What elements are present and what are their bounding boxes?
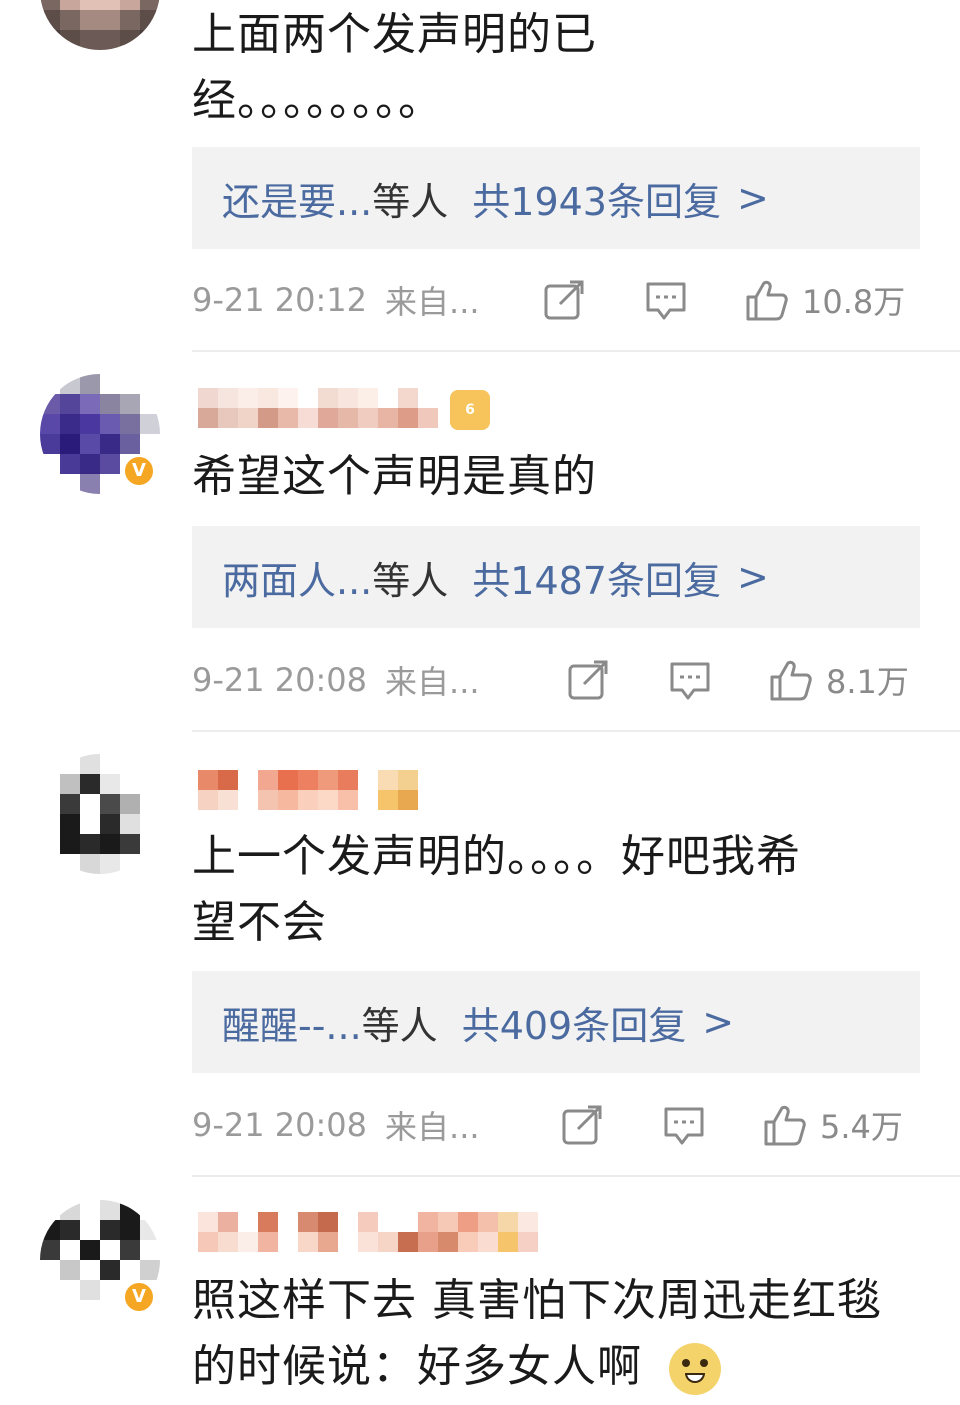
comment-text-line: 望不会 (192, 897, 327, 948)
level-badge-icon: 6 (450, 390, 490, 430)
share-icon (568, 660, 608, 700)
chevron-right-icon: > (736, 176, 769, 220)
like-count: 5.4万 (820, 1108, 903, 1146)
comment-meta: 9-21 20:08 来自... 8.1万 (192, 655, 920, 705)
avatar-mosaic (40, 0, 160, 50)
like-icon (764, 1105, 806, 1146)
reply-names: 两面人... (222, 558, 373, 603)
comment-text: 希望这个声明是真的 (192, 444, 912, 510)
comment-text-line: 经。。。。。。。。 (192, 75, 443, 126)
avatar[interactable]: V (40, 1200, 160, 1320)
share-button[interactable] (542, 275, 586, 325)
reply-count: 共1943条回复 (472, 179, 721, 224)
comment-button[interactable] (662, 1100, 706, 1150)
comment-text: 上一个发声明的。。。。好吧我希 望不会 (192, 824, 912, 956)
comment-button[interactable] (668, 655, 712, 705)
share-icon (544, 280, 584, 320)
comment-text-line: 希望这个声明是真的 (192, 451, 597, 502)
reply-count: 共1487条回复 (472, 558, 721, 603)
like-button[interactable]: 8.1万 (768, 655, 909, 705)
like-button[interactable]: 5.4万 (762, 1100, 903, 1150)
comment-text-line: 的时候说：好多女人啊 (192, 1334, 912, 1400)
source-label: 来自... (385, 283, 480, 321)
reply-etc: 等人 (372, 179, 449, 224)
avatar[interactable] (40, 0, 160, 50)
reply-count: 共409条回复 (461, 1003, 687, 1048)
divider (192, 1175, 960, 1177)
reply-etc: 等人 (361, 1003, 438, 1048)
chevron-right-icon: > (736, 555, 769, 599)
username-blurred[interactable] (198, 1212, 538, 1252)
comment-text-line: 照这样下去 真害怕下次周迅走红毯 (192, 1275, 882, 1326)
like-button[interactable]: 10.8万 (744, 275, 905, 325)
like-icon (770, 660, 812, 701)
timestamp: 9-21 20:12 (192, 281, 368, 319)
chevron-right-icon: > (702, 1000, 735, 1044)
reply-names: 醒醒--... (222, 1003, 362, 1048)
comment-button[interactable] (644, 275, 688, 325)
share-button[interactable] (566, 655, 610, 705)
timestamp: 9-21 20:08 (192, 661, 368, 699)
comment-text-segment: 的时候说：好多女人啊 (192, 1341, 642, 1392)
reply-summary-button[interactable]: 还是要... 等人 共1943条回复 > (192, 147, 920, 249)
share-icon (562, 1105, 602, 1145)
divider (192, 730, 960, 732)
comment-text: 照这样下去 真害怕下次周迅走红毯 的时候说：好多女人啊 (192, 1268, 912, 1400)
divider (192, 350, 960, 352)
reply-etc: 等人 (372, 558, 449, 603)
doge-emoji-icon (669, 1343, 721, 1395)
avatar-mosaic (40, 754, 160, 874)
like-count: 8.1万 (826, 663, 909, 701)
reply-summary-button[interactable]: 醒醒--... 等人 共409条回复 > (192, 971, 920, 1073)
comment-icon (664, 1107, 704, 1145)
avatar[interactable] (40, 754, 160, 874)
like-count: 10.8万 (802, 283, 906, 321)
username-blurred[interactable] (198, 770, 418, 810)
reply-names: 还是要... (222, 179, 373, 224)
source-label: 来自... (385, 663, 480, 701)
comment-icon (670, 662, 710, 700)
avatar[interactable]: V (40, 374, 160, 494)
verified-badge-icon: V (122, 454, 156, 488)
username-blurred[interactable] (198, 388, 438, 428)
comment-meta: 9-21 20:08 来自... 5.4万 (192, 1100, 920, 1150)
comment-text-line: 上一个发声明的。。。。好吧我希 (192, 831, 801, 882)
timestamp: 9-21 20:08 (192, 1106, 368, 1144)
source-label: 来自... (385, 1108, 480, 1146)
comment-text-line: 上面两个发声明的已 (192, 9, 597, 60)
reply-summary-button[interactable]: 两面人... 等人 共1487条回复 > (192, 526, 920, 628)
share-button[interactable] (560, 1100, 604, 1150)
comment-text: 上面两个发声明的已 经。。。。。。。。 (192, 2, 912, 134)
verified-badge-icon: V (122, 1280, 156, 1314)
like-icon (746, 280, 788, 321)
comment-meta: 9-21 20:12 来自... 10.8万 (192, 275, 920, 325)
comment-icon (646, 282, 686, 320)
